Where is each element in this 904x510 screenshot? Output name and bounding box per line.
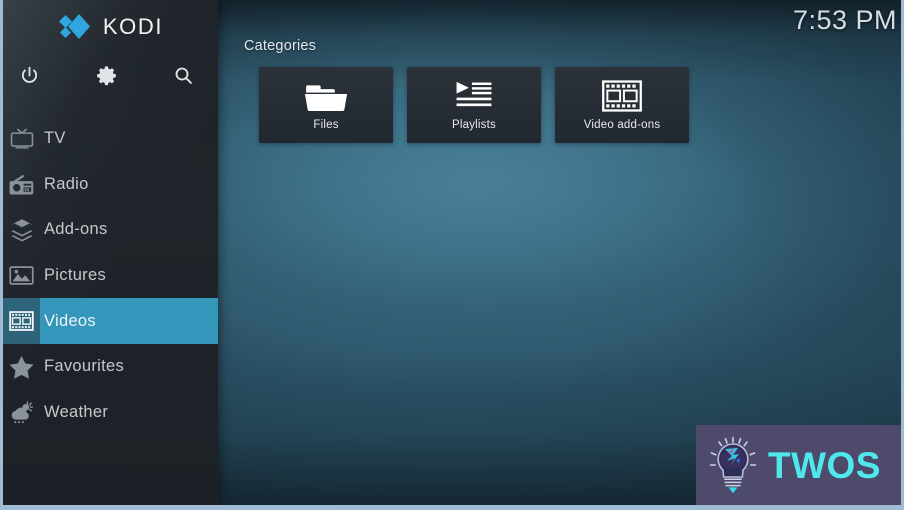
- category-tile-label: Files: [313, 119, 339, 131]
- app-name: KODI: [102, 14, 164, 39]
- weather-icon: [3, 401, 40, 424]
- sidebar-item-videos[interactable]: Videos: [3, 298, 218, 344]
- category-tile-label: Playlists: [452, 119, 496, 131]
- category-tile-list: Files Playlists Video add-ons: [259, 67, 689, 143]
- tv-icon: [3, 128, 40, 150]
- addons-icon: [3, 218, 40, 242]
- watermark-text: TWOS: [768, 444, 881, 486]
- sidebar-item-label: Pictures: [44, 266, 107, 285]
- filmstrip-icon: [602, 79, 642, 113]
- sidebar-item-favourites[interactable]: Favourites: [3, 344, 218, 390]
- category-tile-files[interactable]: Files: [259, 67, 393, 143]
- sidebar-item-add-ons[interactable]: Add-ons: [3, 207, 218, 253]
- sidebar-item-label: Weather: [44, 402, 109, 421]
- sidebar-item-tv[interactable]: TV: [3, 116, 218, 162]
- playlist-icon: [456, 79, 492, 113]
- sidebar-menu: TV Radio Add-ons Pictures Videos Favouri…: [3, 116, 218, 435]
- lightbulb-icon: [709, 436, 757, 494]
- kodi-logo-icon: [58, 14, 90, 39]
- power-icon[interactable]: [12, 58, 46, 92]
- system-icon-row: [3, 58, 218, 94]
- clock: 7:53 PM: [792, 5, 897, 35]
- star-icon: [3, 355, 40, 379]
- sidebar-item-pictures[interactable]: Pictures: [3, 253, 218, 299]
- watermark: TWOS: [696, 425, 901, 505]
- sidebar-item-label: TV: [44, 129, 66, 148]
- gear-icon[interactable]: [89, 58, 123, 92]
- kodi-window: KODI TV Radio Add-ons Pictures Videos Fa…: [0, 0, 904, 510]
- category-tile-label: Video add-ons: [583, 119, 661, 131]
- section-label: Categories: [244, 38, 317, 54]
- sidebar-item-label: Videos: [44, 311, 96, 330]
- search-icon[interactable]: [166, 58, 200, 92]
- app-logo: KODI: [3, 8, 218, 46]
- pictures-icon: [3, 265, 40, 286]
- sidebar-item-weather[interactable]: Weather: [3, 390, 218, 436]
- sidebar-item-radio[interactable]: Radio: [3, 162, 218, 208]
- sidebar: KODI TV Radio Add-ons Pictures Videos Fa…: [3, 0, 218, 505]
- radio-icon: [3, 174, 40, 195]
- sidebar-item-label: Add-ons: [44, 220, 108, 239]
- folder-icon: [304, 79, 349, 113]
- sidebar-item-label: Favourites: [44, 357, 125, 376]
- category-tile-playlists[interactable]: Playlists: [407, 67, 541, 143]
- sidebar-item-label: Radio: [44, 174, 89, 193]
- videos-icon: [3, 311, 40, 332]
- category-tile-video-add-ons[interactable]: Video add-ons: [555, 67, 689, 143]
